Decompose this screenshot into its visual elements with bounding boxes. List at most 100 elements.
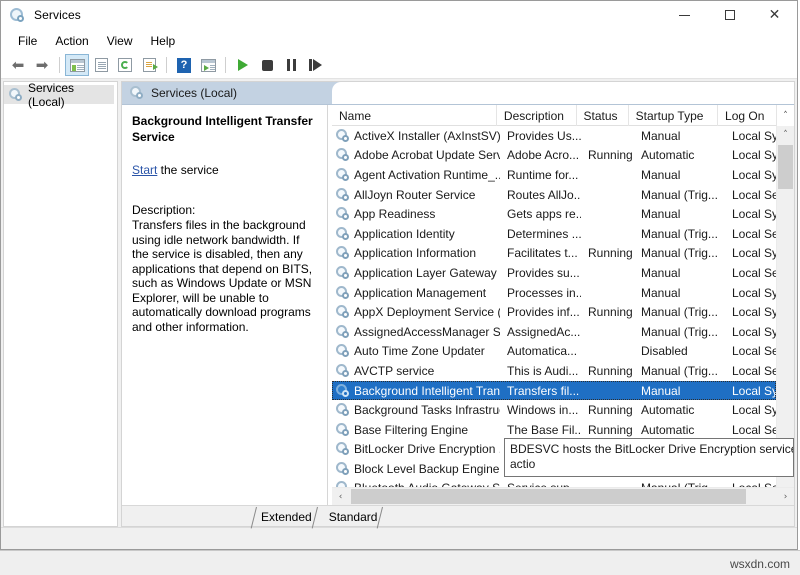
table-row[interactable]: AppX Deployment Service (...Provides inf…	[332, 302, 776, 322]
table-row[interactable]: Background Intelligent Tran...Transfers …	[332, 381, 776, 401]
export-list-button[interactable]	[137, 54, 161, 76]
menu-help[interactable]: Help	[142, 31, 185, 51]
refresh-icon	[118, 58, 132, 72]
column-header-name[interactable]: ˄Name	[332, 105, 497, 126]
table-row[interactable]: Adobe Acrobat Update Serv...Adobe Acro..…	[332, 146, 776, 166]
pause-icon	[286, 59, 297, 71]
menu-action[interactable]: Action	[46, 31, 97, 51]
page-bottom-strip	[0, 550, 800, 575]
cell-startup: Manual (Trig...	[634, 246, 725, 260]
table-row[interactable]: ActiveX Installer (AxInstSV)Provides Us.…	[332, 126, 776, 146]
table-row[interactable]: Auto Time Zone UpdaterAutomatica...Disab…	[332, 342, 776, 362]
refresh-button[interactable]	[113, 54, 137, 76]
services-gear-icon	[9, 88, 23, 102]
table-row[interactable]: Application ManagementProcesses in...Man…	[332, 283, 776, 303]
horizontal-scroll-thumb[interactable]	[351, 489, 746, 504]
cell-name: Base Filtering Engine	[332, 423, 500, 437]
close-icon: ✕	[769, 8, 781, 22]
cell-name: Application Management	[332, 286, 500, 300]
help-button[interactable]: ?	[172, 54, 196, 76]
table-row[interactable]: App Readiness Gets apps re... ManualLocal …	[332, 204, 776, 224]
description-text: Transfers files in the background using …	[132, 218, 317, 334]
restart-icon	[309, 59, 322, 71]
back-button[interactable]: ⬅	[6, 54, 30, 76]
start-service-link[interactable]: Start	[132, 163, 157, 177]
service-details-panel: Background Intelligent Transfer Service …	[122, 105, 327, 505]
service-name-label: BitLocker Drive Encryption ...	[354, 442, 500, 456]
horizontal-scroll-track[interactable]	[349, 488, 777, 505]
cell-name: ActiveX Installer (AxInstSV)	[332, 129, 500, 143]
list-horizontal-scrollbar[interactable]: ‹ ›	[332, 487, 794, 505]
table-row[interactable]: AVCTP serviceThis is Audi...RunningManua…	[332, 361, 776, 381]
table-row[interactable]: Agent Activation Runtime_...Runtime for.…	[332, 165, 776, 185]
cell-name: BitLocker Drive Encryption ...	[332, 442, 500, 456]
table-row[interactable]: Application InformationFacilitates t...R…	[332, 244, 776, 264]
tooltip-line-2: actio	[510, 457, 788, 472]
pause-service-button[interactable]	[279, 54, 303, 76]
restart-service-button[interactable]	[303, 54, 327, 76]
scroll-left-button[interactable]: ‹	[332, 488, 349, 505]
table-row[interactable]: AllJoyn Router ServiceRoutes AllJo...Man…	[332, 185, 776, 205]
list-vertical-scrollbar[interactable]: ˄ ˅	[776, 126, 794, 487]
show-hide-console-tree-button[interactable]	[65, 54, 89, 76]
cell-logon: Local Sy	[725, 246, 776, 260]
service-name-label: App Readiness	[354, 207, 435, 221]
cell-startup: Manual	[634, 384, 725, 398]
cell-logon: Local Se	[725, 364, 776, 378]
help-icon: ?	[177, 58, 191, 73]
menu-view[interactable]: View	[98, 31, 142, 51]
tree-item-services-local[interactable]: Services (Local)	[4, 85, 114, 104]
sort-ascending-icon: ˄	[412, 105, 417, 113]
menu-file[interactable]: File	[9, 31, 46, 51]
table-row[interactable]: Background Tasks Infrastruc...Windows in…	[332, 400, 776, 420]
column-header-description[interactable]: Description	[497, 105, 577, 126]
table-row[interactable]: Application IdentityDetermines ...Manual…	[332, 224, 776, 244]
tooltip-line-1: BDESVC hosts the BitLocker Drive Encrypt…	[510, 442, 794, 456]
list-view-icon	[95, 58, 108, 72]
export-list-icon	[143, 58, 156, 72]
minimize-button[interactable]	[662, 1, 707, 29]
service-name-label: Application Layer Gateway ...	[354, 266, 500, 280]
table-row[interactable]: Bluetooth Audio Gateway S...Service sup.…	[332, 479, 776, 487]
scroll-up-button[interactable]: ˄	[777, 126, 794, 143]
cell-description: Gets apps re...	[500, 207, 581, 221]
cell-description: The Base Fil...	[500, 423, 581, 437]
table-row[interactable]: AssignedAccessManager Se...AssignedAc...…	[332, 322, 776, 342]
toolbar-separator-2	[166, 57, 167, 73]
forward-button[interactable]: ➡	[30, 54, 54, 76]
tab-extended[interactable]: Extended	[252, 507, 320, 526]
play-icon	[238, 59, 248, 71]
show-list-button[interactable]	[89, 54, 113, 76]
service-gear-icon	[336, 325, 350, 339]
cell-startup: Manual	[634, 286, 725, 300]
column-header-status[interactable]: Status	[577, 105, 629, 126]
properties-button[interactable]	[196, 54, 220, 76]
service-gear-icon	[336, 344, 350, 358]
service-gear-icon	[336, 442, 350, 456]
vertical-scroll-track[interactable]	[777, 143, 794, 470]
service-gear-icon	[336, 481, 350, 487]
tab-extended-label: Extended	[261, 510, 312, 524]
stop-service-button[interactable]	[255, 54, 279, 76]
table-row[interactable]: Application Layer Gateway ...Provides su…	[332, 263, 776, 283]
column-header-startup-type[interactable]: Startup Type	[629, 105, 718, 126]
tab-standard[interactable]: Standard	[320, 507, 386, 526]
vertical-scroll-thumb[interactable]	[778, 145, 793, 189]
cell-description: Windows in...	[500, 403, 581, 417]
service-gear-icon	[336, 227, 350, 241]
column-header-log-on[interactable]: Log On	[718, 105, 777, 126]
maximize-button[interactable]	[707, 1, 752, 29]
service-name-label: AppX Deployment Service (...	[354, 305, 500, 319]
title-bar: Services ✕	[1, 1, 797, 29]
service-name-label: Block Level Backup Engine ...	[354, 462, 500, 476]
start-service-button[interactable]	[231, 54, 255, 76]
cell-name: AVCTP service	[332, 364, 500, 378]
cell-startup: Manual	[634, 207, 725, 221]
services-gear-icon	[10, 7, 26, 23]
cell-startup: Automatic	[634, 403, 725, 417]
column-header-label: Status	[584, 109, 618, 123]
close-button[interactable]: ✕	[752, 1, 797, 29]
cell-name: Background Intelligent Tran...	[332, 384, 500, 398]
scroll-right-button[interactable]: ›	[777, 488, 794, 505]
cell-logon: Local Sy	[725, 207, 776, 221]
